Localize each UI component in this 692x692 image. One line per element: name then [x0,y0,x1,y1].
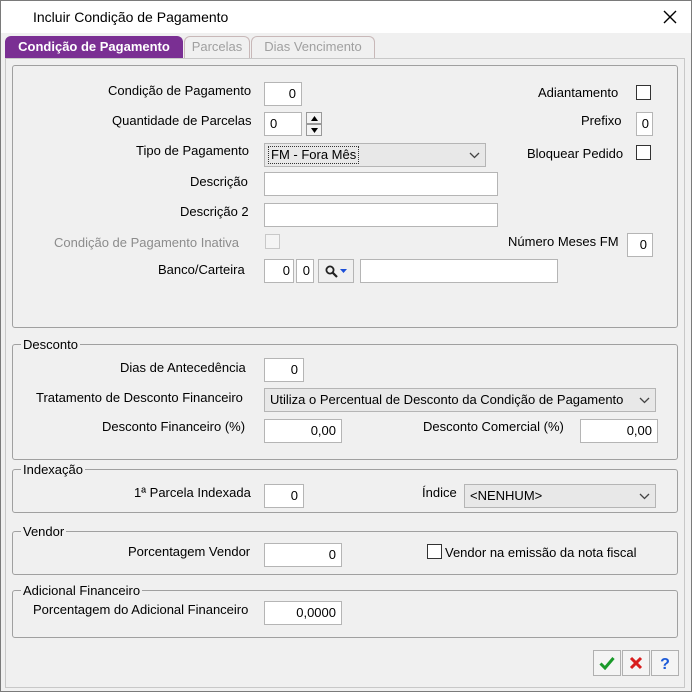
tab-label: Parcelas [191,39,243,54]
banco-label: Banco/Carteira [158,262,245,277]
descricao-input[interactable] [264,172,498,196]
tab-content: Condição de Pagamento 0 Quantidade de Pa… [5,58,685,688]
tab-label: Dias Vencimento [264,39,362,54]
porcentagem-vendor-label: Porcentagem Vendor [128,544,251,559]
tab-label: Condição de Pagamento [18,39,170,54]
carteira-input[interactable]: 0 [296,259,314,283]
vendor-emissao-checkbox[interactable] [427,544,442,559]
window-title: Incluir Condição de Pagamento [33,9,229,25]
chevron-down-icon [637,389,651,411]
spin-down-button[interactable] [306,124,322,136]
descricao-label: Descrição [190,174,248,189]
vendor-emissao-label: Vendor na emissão da nota fiscal [445,545,637,560]
dias-antecedencia-input[interactable]: 0 [264,358,304,382]
close-icon [663,10,677,24]
prefixo-input[interactable]: 0 [636,112,653,136]
arrow-up-icon [310,115,318,121]
tab-dias-vencimento[interactable]: Dias Vencimento [251,36,375,58]
qtd-parcelas-input[interactable]: 0 [264,112,302,136]
indice-value: <NENHUM> [470,488,543,503]
window-icon [9,9,25,25]
tipo-pagamento-label: Tipo de Pagamento [136,143,249,158]
main-panel [12,65,678,328]
condicao-input[interactable]: 0 [264,82,302,106]
dropdown-arrow-icon [340,269,347,273]
desconto-comercial-label: Desconto Comercial (%) [423,419,564,434]
indice-label: Índice [422,485,457,500]
banco-input[interactable]: 0 [264,259,294,283]
adicional-porcentagem-label: Porcentagem do Adicional Financeiro [33,602,249,617]
tab-condicao-pagamento[interactable]: Condição de Pagamento [5,36,183,58]
vendor-group-label: Vendor [21,524,67,539]
dias-antecedencia-label: Dias de Antecedência [120,360,246,375]
help-button[interactable]: ? [651,650,679,676]
tab-parcelas[interactable]: Parcelas [184,36,250,58]
bloquear-checkbox[interactable] [636,145,651,160]
prefixo-label: Prefixo [581,113,622,128]
qtd-parcelas-spinner[interactable] [306,112,322,136]
qtd-parcelas-label: Quantidade de Parcelas [112,113,252,128]
arrow-down-icon [310,127,318,133]
banco-descricao-input[interactable] [360,259,558,283]
porcentagem-vendor-input[interactable]: 0 [264,543,342,567]
adicional-porcentagem-input[interactable]: 0,0000 [264,601,342,625]
indexacao-group-label: Indexação [21,462,85,477]
checkmark-icon [599,657,615,670]
meses-fm-label: Número Meses FM [508,234,619,249]
desconto-financeiro-input[interactable]: 0,00 [264,419,342,443]
condicao-label: Condição de Pagamento [108,83,252,98]
bloquear-label: Bloquear Pedido [527,146,624,161]
desconto-group-label: Desconto [21,337,80,352]
x-icon [629,656,643,670]
meses-fm-input[interactable]: 0 [627,233,653,257]
banco-lookup-button[interactable] [318,259,354,283]
tratamento-label: Tratamento de Desconto Financeiro [36,390,243,405]
tratamento-value: Utiliza o Percentual de Desconto da Cond… [270,392,624,407]
adiantamento-checkbox[interactable] [636,85,651,100]
cancel-button[interactable] [622,650,650,676]
confirm-button[interactable] [593,650,621,676]
spin-up-button[interactable] [306,112,322,124]
question-icon: ? [660,656,670,671]
inativa-label: Condição de Pagamento Inativa [54,235,240,250]
indice-select[interactable]: <NENHUM> [464,484,656,508]
tipo-pagamento-select[interactable]: FM - Fora Mês [264,143,486,167]
tipo-pagamento-value: FM - Fora Mês [268,146,360,164]
close-button[interactable] [657,5,683,29]
svg-text:?: ? [660,656,670,671]
desconto-financeiro-label: Desconto Financeiro (%) [102,419,246,434]
title-bar: Incluir Condição de Pagamento [1,1,691,33]
chevron-down-icon [467,144,481,166]
inativa-checkbox [265,234,280,249]
parcela-indexada-label: 1ª Parcela Indexada [134,485,251,500]
adicional-group-label: Adicional Financeiro [21,583,143,598]
parcela-indexada-input[interactable]: 0 [264,484,304,508]
dialog-window: Incluir Condição de Pagamento Condição d… [0,0,692,692]
chevron-down-icon [637,485,651,507]
magnifier-icon [325,265,338,278]
tratamento-select[interactable]: Utiliza o Percentual de Desconto da Cond… [264,388,656,412]
desconto-comercial-input[interactable]: 0,00 [580,419,658,443]
descricao2-input[interactable] [264,203,498,227]
adiantamento-label: Adiantamento [538,85,619,100]
descricao2-label: Descrição 2 [180,204,249,219]
